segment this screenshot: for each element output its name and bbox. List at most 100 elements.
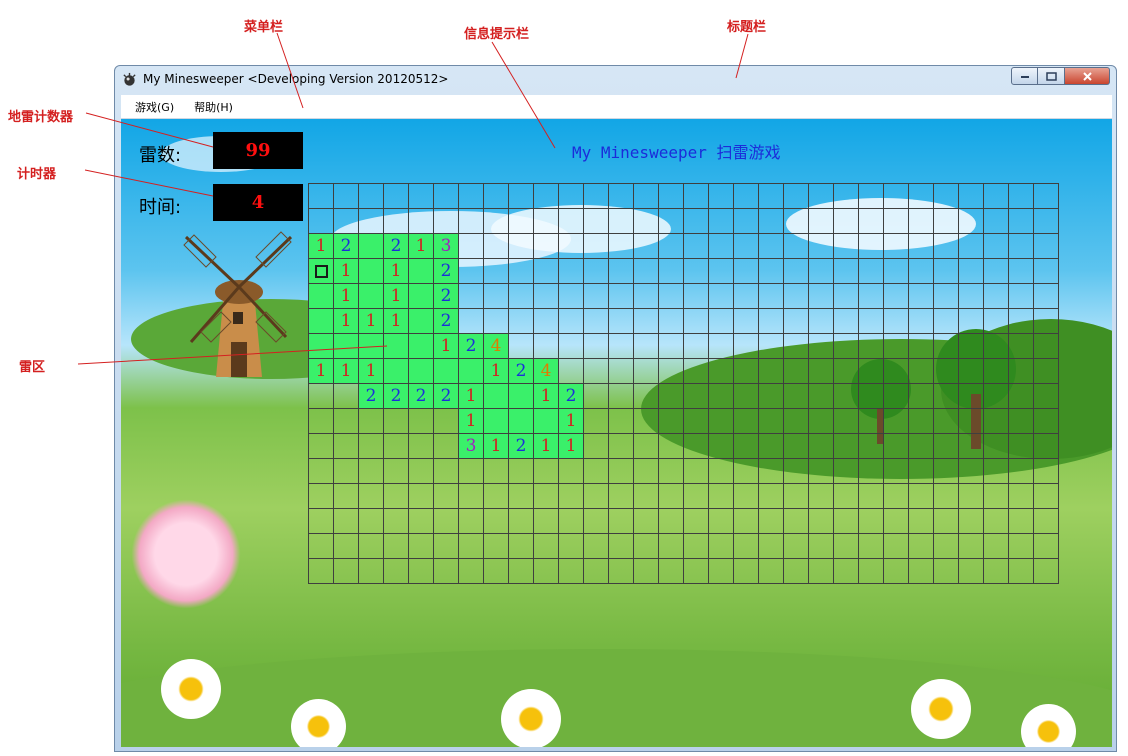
mine-cell[interactable] — [684, 209, 709, 234]
mine-cell[interactable] — [884, 434, 909, 459]
mine-cell[interactable] — [509, 184, 534, 209]
mine-cell[interactable] — [684, 234, 709, 259]
mine-cell[interactable] — [1009, 409, 1034, 434]
mine-cell[interactable] — [934, 559, 959, 584]
revealed-cell[interactable]: 1 — [409, 234, 434, 259]
mine-cell[interactable] — [959, 334, 984, 359]
mine-cell[interactable] — [834, 359, 859, 384]
mine-cell[interactable] — [609, 184, 634, 209]
mine-cell[interactable] — [909, 459, 934, 484]
mine-cell[interactable] — [384, 459, 409, 484]
mine-cell[interactable] — [634, 359, 659, 384]
mine-cell[interactable] — [384, 534, 409, 559]
mine-cell[interactable] — [784, 434, 809, 459]
mine-cell[interactable] — [709, 309, 734, 334]
mine-cell[interactable] — [1009, 309, 1034, 334]
mine-cell[interactable] — [759, 509, 784, 534]
revealed-cell[interactable]: 1 — [334, 309, 359, 334]
mine-cell[interactable] — [859, 434, 884, 459]
mine-cell[interactable] — [834, 209, 859, 234]
mine-cell[interactable] — [384, 559, 409, 584]
mine-cell[interactable] — [609, 209, 634, 234]
mine-cell[interactable] — [884, 509, 909, 534]
mine-cell[interactable] — [959, 309, 984, 334]
mine-cell[interactable] — [534, 534, 559, 559]
mine-cell[interactable] — [659, 359, 684, 384]
mine-cell[interactable] — [909, 259, 934, 284]
mine-cell[interactable] — [459, 459, 484, 484]
mine-cell[interactable] — [584, 434, 609, 459]
mine-cell[interactable] — [909, 509, 934, 534]
mine-cell[interactable] — [1034, 559, 1059, 584]
mine-cell[interactable] — [459, 209, 484, 234]
mine-cell[interactable] — [559, 309, 584, 334]
mine-cell[interactable] — [309, 434, 334, 459]
mine-cell[interactable] — [734, 309, 759, 334]
mine-cell[interactable] — [509, 284, 534, 309]
mine-cell[interactable] — [559, 459, 584, 484]
mine-cell[interactable] — [559, 184, 584, 209]
mine-cell[interactable] — [784, 459, 809, 484]
mine-cell[interactable] — [809, 259, 834, 284]
mine-cell[interactable] — [659, 384, 684, 409]
mine-cell[interactable] — [784, 359, 809, 384]
mine-cell[interactable] — [884, 184, 909, 209]
mine-cell[interactable] — [759, 334, 784, 359]
mine-cell[interactable] — [884, 459, 909, 484]
mine-cell[interactable] — [984, 234, 1009, 259]
mine-cell[interactable] — [509, 459, 534, 484]
mine-cell[interactable] — [534, 509, 559, 534]
mine-cell[interactable] — [834, 309, 859, 334]
mine-cell[interactable] — [1009, 359, 1034, 384]
menu-help[interactable]: 帮助(H) — [194, 99, 233, 115]
mine-cell[interactable] — [409, 459, 434, 484]
mine-cell[interactable] — [634, 209, 659, 234]
mine-cell[interactable] — [584, 309, 609, 334]
mine-cell[interactable] — [684, 484, 709, 509]
revealed-cell[interactable]: 4 — [534, 359, 559, 384]
mine-cell[interactable] — [309, 209, 334, 234]
mine-cell[interactable] — [509, 309, 534, 334]
mine-cell[interactable] — [1009, 184, 1034, 209]
mine-cell[interactable] — [909, 534, 934, 559]
mine-cell[interactable] — [634, 559, 659, 584]
mine-cell[interactable] — [884, 559, 909, 584]
mine-cell[interactable] — [634, 309, 659, 334]
mine-cell[interactable] — [734, 284, 759, 309]
mine-cell[interactable] — [834, 459, 859, 484]
mine-cell[interactable] — [909, 234, 934, 259]
mine-cell[interactable] — [684, 384, 709, 409]
title-bar[interactable]: My Minesweeper <Developing Version 20120… — [115, 66, 1116, 93]
mine-cell[interactable] — [784, 309, 809, 334]
mine-cell[interactable] — [384, 484, 409, 509]
revealed-cell[interactable]: 1 — [534, 434, 559, 459]
mine-cell[interactable] — [634, 334, 659, 359]
mine-cell[interactable] — [509, 334, 534, 359]
mine-cell[interactable] — [409, 484, 434, 509]
mine-cell[interactable] — [1009, 209, 1034, 234]
mine-cell[interactable] — [1009, 459, 1034, 484]
revealed-cell[interactable]: 1 — [559, 434, 584, 459]
revealed-cell[interactable] — [509, 409, 534, 434]
revealed-cell[interactable] — [334, 334, 359, 359]
mine-cell[interactable] — [634, 184, 659, 209]
mine-cell[interactable] — [434, 559, 459, 584]
mine-cell[interactable] — [559, 484, 584, 509]
mine-cell[interactable] — [1034, 309, 1059, 334]
mine-cell[interactable] — [809, 234, 834, 259]
mine-cell[interactable] — [809, 509, 834, 534]
mine-cell[interactable] — [684, 334, 709, 359]
revealed-cell[interactable]: 4 — [484, 334, 509, 359]
mine-cell[interactable] — [1034, 434, 1059, 459]
mine-cell[interactable] — [759, 184, 784, 209]
mine-cell[interactable] — [734, 209, 759, 234]
mine-cell[interactable] — [934, 459, 959, 484]
mine-cell[interactable] — [384, 209, 409, 234]
mine-cell[interactable] — [859, 534, 884, 559]
mine-cell[interactable] — [334, 409, 359, 434]
mine-cell[interactable] — [759, 234, 784, 259]
mine-cell[interactable] — [859, 209, 884, 234]
mine-cell[interactable] — [609, 234, 634, 259]
mine-cell[interactable] — [509, 234, 534, 259]
minimize-button[interactable] — [1011, 67, 1038, 85]
